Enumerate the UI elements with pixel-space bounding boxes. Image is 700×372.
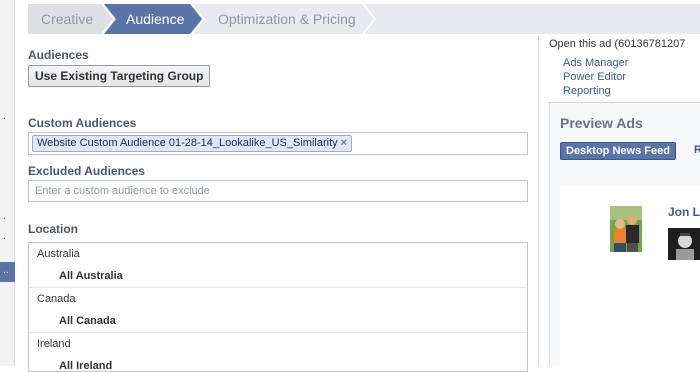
audience-token-label: Website Custom Audience 01-28-14_Lookali…	[37, 137, 338, 149]
avatar-image	[668, 228, 700, 260]
gutter-active-item[interactable]: ..	[0, 262, 15, 282]
preview-ads-card: Preview Ads Desktop News Feed R Jon Lo	[549, 103, 700, 366]
preview-user-name[interactable]: Jon Lo	[668, 205, 700, 219]
profile-photo	[610, 206, 642, 252]
location-list[interactable]: Australia All Australia Canada All Canad…	[28, 242, 528, 372]
use-existing-targeting-group-button[interactable]: Use Existing Targeting Group	[28, 65, 211, 87]
location-row-australia[interactable]: Australia All Australia	[29, 243, 527, 288]
ads-manager-link[interactable]: Ads Manager	[563, 57, 628, 69]
left-sidebar-gutter: . . . ..	[0, 0, 15, 366]
location-country: Australia	[37, 248, 80, 260]
gutter-dot: .	[3, 111, 6, 122]
preview-ads-title: Preview Ads	[560, 115, 643, 131]
campaign-steps: Creative Audience Optimization & Pricing	[28, 4, 700, 34]
location-country: Ireland	[37, 338, 71, 350]
step-separator	[362, 4, 376, 34]
news-feed-preview: Jon Lo	[560, 185, 700, 366]
step-audience[interactable]: Audience	[126, 4, 184, 34]
excluded-audiences-label: Excluded Audiences	[28, 164, 145, 178]
location-country: Canada	[37, 293, 76, 305]
location-label: Location	[28, 222, 78, 236]
panel-divider	[538, 36, 539, 366]
right-panel: Open this ad (60136781207 Ads Manager Po…	[540, 36, 700, 366]
custom-audiences-input[interactable]: Website Custom Audience 01-28-14_Lookali…	[28, 132, 528, 155]
excluded-audiences-placeholder: Enter a custom audience to exclude	[35, 185, 210, 197]
profile-photo-image	[610, 206, 642, 252]
power-editor-link[interactable]: Power Editor	[563, 71, 626, 83]
location-row-canada[interactable]: Canada All Canada	[29, 288, 527, 333]
location-scope: All Australia	[59, 270, 123, 282]
reporting-link[interactable]: Reporting	[563, 85, 611, 97]
remove-token-icon[interactable]: ×	[341, 137, 347, 149]
location-scope: All Ireland	[59, 360, 113, 372]
desktop-news-feed-button[interactable]: Desktop News Feed	[560, 142, 676, 160]
avatar	[668, 228, 700, 260]
audiences-label: Audiences	[28, 48, 89, 62]
step-creative[interactable]: Creative	[41, 4, 93, 34]
gutter-dot: .	[3, 231, 6, 242]
gutter-dot: .	[3, 211, 6, 222]
open-ad-text: Open this ad (60136781207	[549, 38, 686, 50]
location-scope: All Canada	[59, 315, 116, 327]
audience-token[interactable]: Website Custom Audience 01-28-14_Lookali…	[32, 135, 353, 152]
step-optimization-pricing[interactable]: Optimization & Pricing	[218, 4, 356, 34]
custom-audiences-label: Custom Audiences	[28, 116, 137, 130]
excluded-audiences-input[interactable]: Enter a custom audience to exclude	[28, 180, 528, 202]
next-preview-tab[interactable]: R	[694, 144, 700, 156]
location-row-ireland[interactable]: Ireland All Ireland	[29, 333, 527, 372]
